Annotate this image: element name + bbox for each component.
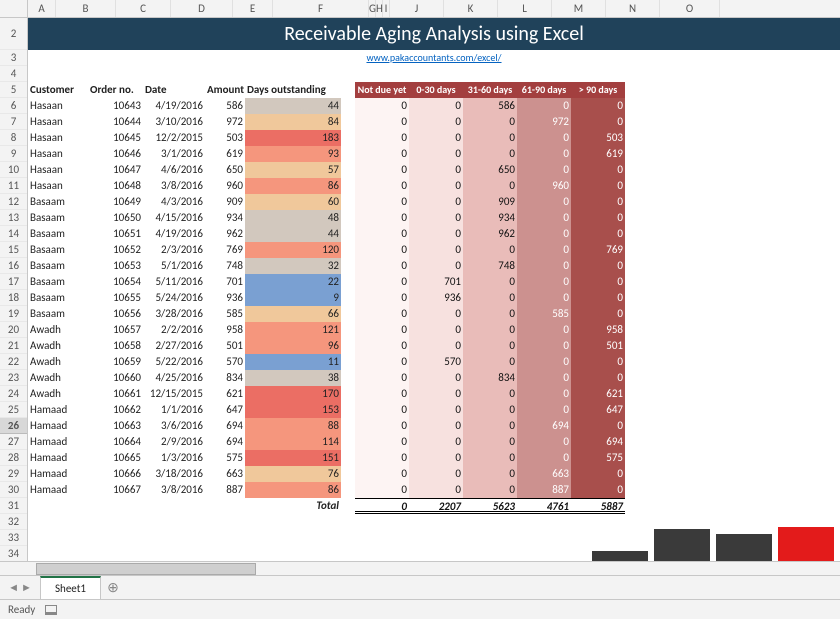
table-row[interactable]: Basaam106563/28/2016585660005850 bbox=[28, 306, 840, 322]
hdr-days: Days outstanding bbox=[245, 82, 341, 98]
total-label: Total bbox=[245, 498, 341, 514]
hdr-date: Date bbox=[143, 82, 205, 98]
table-row[interactable]: Hamaad106651/3/20165751510000575 bbox=[28, 450, 840, 466]
total-ag2: 5623 bbox=[463, 498, 517, 514]
hdr-ag4: > 90 days bbox=[571, 82, 625, 98]
table-row[interactable]: Hasaan1064512/2/20155031830000503 bbox=[28, 130, 840, 146]
hdr-ag0: Not due yet bbox=[355, 82, 409, 98]
table-row[interactable]: Hamaad106663/18/2016663760006630 bbox=[28, 466, 840, 482]
chart-bar bbox=[654, 529, 710, 561]
table-row[interactable]: Hamaad106673/8/2016887860008870 bbox=[28, 482, 840, 498]
table-row[interactable]: Awadh106572/2/20169581210000958 bbox=[28, 322, 840, 338]
sheet-tabs: ◄ ► Sheet1 ⊕ bbox=[0, 575, 840, 599]
table-row[interactable]: Hasaan106474/6/2016650570065000 bbox=[28, 162, 840, 178]
status-bar: Ready bbox=[0, 599, 840, 619]
total-ag4: 5887 bbox=[571, 498, 625, 514]
row-headers[interactable]: 2345678910111213141516171819202122232425… bbox=[0, 18, 28, 561]
table-row[interactable]: Basaam106504/15/2016934480093400 bbox=[28, 210, 840, 226]
column-headers[interactable]: ABCDEFGHIJKLMNO bbox=[0, 0, 840, 18]
chart-bar bbox=[716, 534, 772, 561]
table-row[interactable]: Hasaan106463/1/2016619930000619 bbox=[28, 146, 840, 162]
worksheet[interactable]: Receivable Aging Analysis using Excel ww… bbox=[28, 18, 840, 561]
table-row[interactable]: Hamaad106633/6/2016694880006940 bbox=[28, 418, 840, 434]
chart-bar bbox=[592, 551, 648, 561]
table-row[interactable]: Hasaan106434/19/2016586440058600 bbox=[28, 98, 840, 114]
tab-sheet1[interactable]: Sheet1 bbox=[40, 576, 101, 599]
chart-bar bbox=[778, 527, 834, 561]
link-row: www.pakaccountants.com/excel/ bbox=[28, 50, 840, 66]
hdr-ag2: 31-60 days bbox=[463, 82, 517, 98]
total-row: Total 0 2207 5623 4761 5887 bbox=[28, 498, 840, 514]
table-row[interactable]: Basaam106545/11/2016701220701000 bbox=[28, 274, 840, 290]
table-row[interactable]: Awadh106582/27/2016501960000501 bbox=[28, 338, 840, 354]
chevron-right-icon: ► bbox=[21, 581, 32, 594]
totals-bar-chart bbox=[28, 526, 840, 561]
total-ag3: 4761 bbox=[517, 498, 571, 514]
table-row[interactable]: Hasaan106483/8/2016960860009600 bbox=[28, 178, 840, 194]
table-row[interactable]: Basaam106522/3/20167691200000769 bbox=[28, 242, 840, 258]
horizontal-scrollbar[interactable] bbox=[0, 561, 840, 575]
macro-record-icon[interactable] bbox=[45, 605, 57, 615]
page-title: Receivable Aging Analysis using Excel bbox=[28, 18, 840, 50]
tab-nav-arrows[interactable]: ◄ ► bbox=[0, 581, 40, 594]
source-link[interactable]: www.pakaccountants.com/excel/ bbox=[366, 51, 501, 64]
table-row[interactable]: Awadh106595/22/2016570110570000 bbox=[28, 354, 840, 370]
total-ag1: 2207 bbox=[409, 498, 463, 514]
table-row[interactable]: Basaam106514/19/2016962440096200 bbox=[28, 226, 840, 242]
table-row[interactable]: Awadh1066112/15/20156211700000621 bbox=[28, 386, 840, 402]
add-sheet-button[interactable]: ⊕ bbox=[101, 579, 125, 597]
table-row[interactable]: Basaam106535/1/2016748320074800 bbox=[28, 258, 840, 274]
hdr-order: Order no. bbox=[88, 82, 143, 98]
table-header-row: Customer Order no. Date Amount Days outs… bbox=[28, 82, 840, 98]
table-row[interactable]: Hamaad106642/9/20166941140000694 bbox=[28, 434, 840, 450]
hdr-ag3: 61-90 days bbox=[517, 82, 571, 98]
table-row[interactable]: Awadh106604/25/2016834380083400 bbox=[28, 370, 840, 386]
table-row[interactable]: Hasaan106443/10/2016972840009720 bbox=[28, 114, 840, 130]
hdr-customer: Customer bbox=[28, 82, 88, 98]
table-row[interactable]: Hamaad106621/1/20166471530000647 bbox=[28, 402, 840, 418]
hdr-ag1: 0-30 days bbox=[409, 82, 463, 98]
total-ag0: 0 bbox=[355, 498, 409, 514]
table-row[interactable]: Basaam106494/3/2016909600090900 bbox=[28, 194, 840, 210]
table-row[interactable]: Basaam106555/24/201693690936000 bbox=[28, 290, 840, 306]
hdr-amount: Amount bbox=[205, 82, 245, 98]
chevron-left-icon: ◄ bbox=[8, 581, 19, 594]
status-text: Ready bbox=[8, 603, 35, 616]
